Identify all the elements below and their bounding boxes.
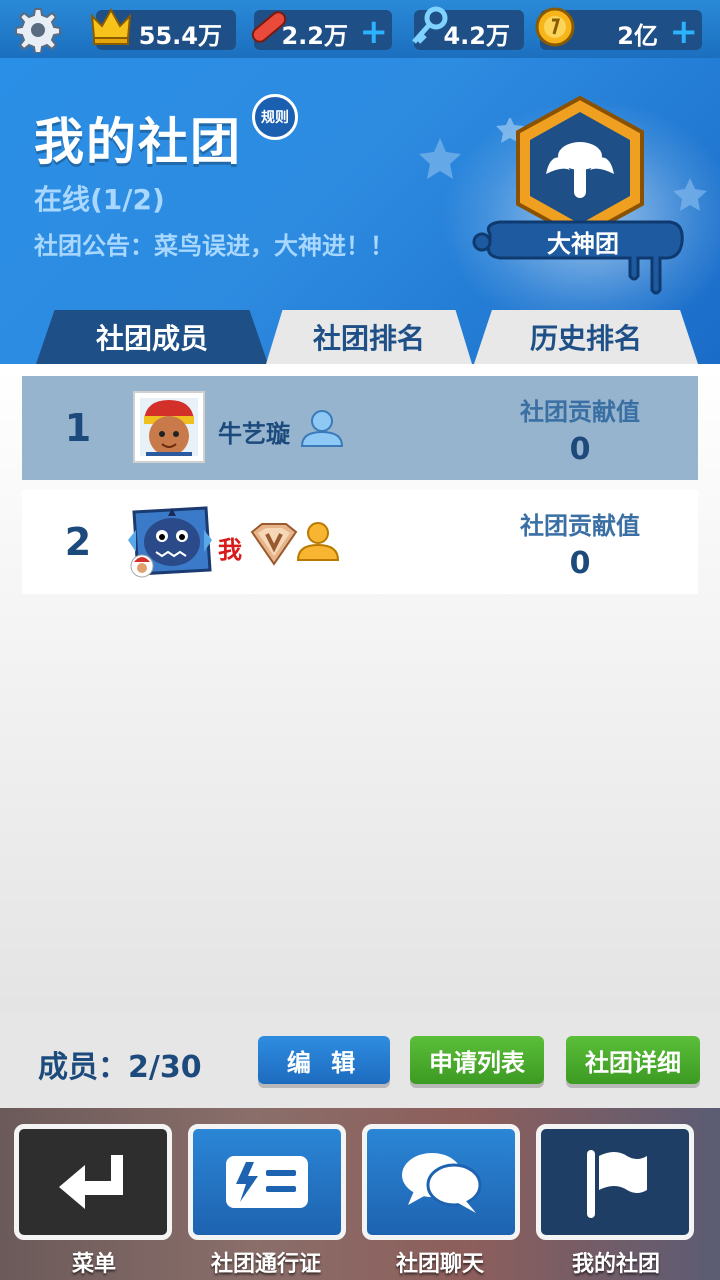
crew-chat-button[interactable] bbox=[362, 1124, 520, 1240]
bottom-nav: 菜单 社团通行证 社团聊天 我的社团 bbox=[0, 1108, 720, 1280]
page-title: 我的社团 bbox=[34, 113, 242, 171]
online-status: 在线(1/2) bbox=[34, 183, 165, 216]
member-icon bbox=[296, 522, 340, 561]
gear-icon bbox=[15, 8, 61, 53]
crew-name: 大神团 bbox=[547, 230, 619, 258]
crown-counter: 55.4万 bbox=[90, 7, 236, 50]
flag-icon bbox=[587, 1150, 647, 1218]
member-list: 1 牛艺璇 社团贡献值 0 2 我 社团贡献值 0 bbox=[0, 364, 720, 1012]
add-coin-icon[interactable]: + bbox=[670, 12, 699, 52]
avatar bbox=[133, 391, 205, 463]
member-name: 牛艺璇 bbox=[218, 420, 290, 448]
contribution-value: 0 bbox=[569, 546, 591, 581]
member-rank: 2 bbox=[64, 520, 92, 564]
tab-history-ranking[interactable]: 历史排名 bbox=[474, 310, 698, 364]
rank-badge-icon bbox=[250, 523, 298, 566]
coin-icon bbox=[535, 7, 575, 47]
skateboard-counter[interactable]: 2.2万 + bbox=[251, 10, 392, 52]
nav-label-crew-pass: 社团通行证 bbox=[210, 1252, 321, 1277]
rules-button[interactable]: 规则 bbox=[252, 94, 298, 140]
my-crew-button[interactable] bbox=[536, 1124, 694, 1240]
crew-emblem bbox=[472, 95, 684, 295]
contribution-label: 社团贡献值 bbox=[520, 398, 640, 426]
coin-counter[interactable]: 2亿 + bbox=[535, 7, 702, 52]
crown-value: 55.4万 bbox=[138, 22, 222, 50]
crew-notice: 社团公告：菜鸟误进，大神进！！ bbox=[34, 232, 394, 260]
edit-button[interactable]: 编 辑 bbox=[258, 1036, 390, 1084]
pass-icon bbox=[226, 1156, 308, 1208]
key-counter: 4.2万 bbox=[412, 6, 524, 50]
settings-button[interactable] bbox=[12, 6, 64, 54]
resource-bar: 55.4万 2.2万 + 4.2万 2亿 + bbox=[0, 0, 720, 58]
crew-pass-button[interactable] bbox=[188, 1124, 346, 1240]
return-icon bbox=[59, 1155, 123, 1209]
contribution-label: 社团贡献值 bbox=[520, 512, 640, 540]
member-row[interactable]: 1 牛艺璇 社团贡献值 0 bbox=[22, 376, 698, 480]
me-label: 我 bbox=[218, 536, 242, 564]
tab-crew-members[interactable]: 社团成员 bbox=[36, 310, 268, 364]
member-rank: 1 bbox=[64, 406, 92, 450]
avatar bbox=[128, 506, 212, 578]
contribution-value: 0 bbox=[569, 432, 591, 467]
member-row[interactable]: 2 我 社团贡献值 0 bbox=[22, 490, 698, 594]
member-icon bbox=[300, 410, 344, 447]
crew-details-button[interactable]: 社团详细 bbox=[566, 1036, 700, 1084]
nav-label-my-crew: 我的社团 bbox=[571, 1252, 660, 1277]
nav-label-crew-chat: 社团聊天 bbox=[395, 1252, 484, 1277]
nav-label-menu: 菜单 bbox=[71, 1252, 116, 1277]
coin-value: 2亿 bbox=[617, 22, 658, 50]
chat-icon bbox=[402, 1153, 482, 1213]
key-value: 4.2万 bbox=[443, 22, 510, 50]
tab-crew-ranking[interactable]: 社团排名 bbox=[266, 310, 472, 364]
add-skateboard-icon[interactable]: + bbox=[360, 12, 389, 52]
action-bar: 成员：2/30 编 辑 申请列表 社团详细 bbox=[0, 1012, 720, 1108]
menu-button[interactable] bbox=[14, 1124, 172, 1240]
skateboard-value: 2.2万 bbox=[281, 22, 348, 50]
apply-list-button[interactable]: 申请列表 bbox=[410, 1036, 544, 1084]
member-count: 成员：2/30 bbox=[38, 1050, 202, 1085]
crown-icon bbox=[90, 7, 132, 45]
